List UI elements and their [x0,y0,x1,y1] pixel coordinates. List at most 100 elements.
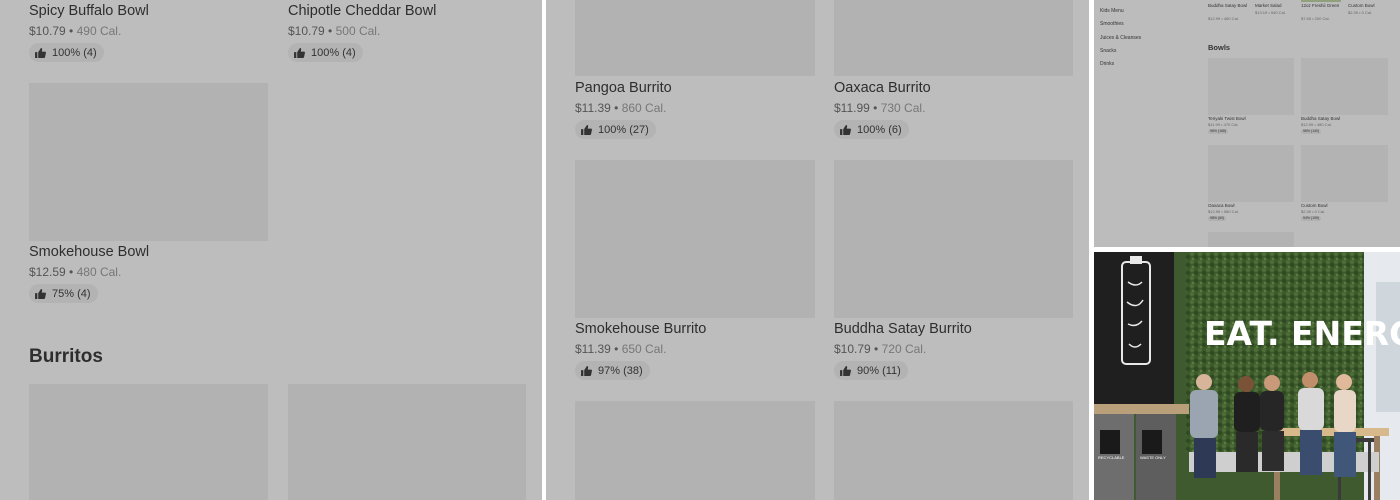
item-price: $12.59 [29,265,66,279]
mini-item-name[interactable]: Buddha Satay Bowl [1208,3,1247,8]
item-image-placeholder[interactable] [575,160,815,318]
item-name[interactable]: Oaxaca Burrito [834,80,931,96]
item-name[interactable]: Pangoa Burrito [575,80,672,96]
separator: • [1312,209,1314,214]
mini-item-name[interactable]: Oaxaca Bowl [1208,203,1235,208]
rating-badge: 97% (38) [575,361,650,380]
item-price-line: $10.79 • 500 Cal. [288,24,380,38]
separator: • [1221,16,1223,21]
rating-text: 75% (4) [52,287,91,300]
item-name[interactable]: Chipotle Cheddar Bowl [288,3,436,19]
bin-label: WASTE ONLY [1140,455,1166,460]
separator: • [614,101,619,115]
item-image-placeholder[interactable] [834,401,1073,500]
mini-item-calories: 480 Cal. [1316,122,1332,127]
mini-item-name[interactable]: 12oz Freshii Green [1301,3,1339,8]
store-interior-illustration [1094,252,1400,500]
wall-slogan: EAT. ENERGIZE. [1204,314,1400,353]
mini-rating-badge: 98% (60) [1208,216,1227,221]
item-image-placeholder[interactable] [29,384,268,500]
mini-item-calories: 540 Cal. [1270,10,1286,15]
mini-rating-badge: 94% (199) [1301,216,1322,221]
item-price: $11.39 [575,342,611,356]
mini-item-name[interactable]: Buddha Satay Bowl [1301,116,1340,121]
mini-item-name[interactable]: Custom Bowl [1348,3,1375,8]
mini-item-price-line: $7.55 • 200 Cal. [1301,16,1330,21]
nav-item[interactable]: Snacks [1100,48,1116,54]
bin-label: RECYCLABLE [1098,455,1125,460]
item-image-placeholder[interactable] [834,0,1073,76]
menu-overview-panel: Kids Menu Smoothies Juices & Cleanses Sn… [1094,0,1400,247]
separator: • [1268,10,1270,15]
item-price-line: $11.99 • 730 Cal. [834,101,925,115]
item-price-line: $11.39 • 860 Cal. [575,101,666,115]
nav-item[interactable]: Juices & Cleanses [1100,35,1141,41]
nav-item[interactable]: Drinks [1100,61,1114,67]
separator: • [614,342,619,356]
mini-rating-badge: 96% (140) [1301,129,1322,134]
menu-panel-left: Spicy Buffalo Bowl $10.79 • 490 Cal. 100… [0,0,542,500]
rating-badge: 75% (4) [29,284,98,303]
nav-item[interactable]: Smoothies [1100,21,1124,27]
section-title: Burritos [29,346,103,367]
rating-text: 100% (4) [52,46,97,59]
thumbs-up-icon [294,47,305,58]
mini-item-image[interactable] [1301,0,1341,2]
item-calories: 490 Cal. [76,24,122,38]
mini-item-price-line: $2.39 • 0 Cal. [1348,10,1372,15]
item-calories: 720 Cal. [881,342,927,356]
mini-item-price: $2.39 [1301,209,1312,214]
mini-item-name[interactable]: Market Salad [1255,3,1282,8]
separator: • [69,24,74,38]
item-price: $11.39 [575,101,611,115]
separator: • [874,342,879,356]
mini-item-image[interactable] [1208,232,1294,247]
mini-item-calories: 480 Cal. [1223,16,1239,21]
item-image-placeholder[interactable] [29,83,268,241]
nav-item[interactable]: Kids Menu [1100,8,1124,14]
thumbs-up-icon [35,47,46,58]
item-image-placeholder[interactable] [288,384,526,500]
thumbs-up-icon [840,124,851,135]
mini-rating-badge: 96% (168) [1208,129,1229,134]
mini-item-calories: 0 Cal. [1314,209,1326,214]
item-image-placeholder[interactable] [575,401,815,500]
mini-item-image[interactable] [1208,58,1294,115]
item-price: $10.79 [288,24,325,38]
item-calories: 730 Cal. [880,101,926,115]
mini-item-name[interactable]: Custom Bowl [1301,203,1328,208]
item-name[interactable]: Buddha Satay Burrito [834,321,972,337]
item-name[interactable]: Smokehouse Burrito [575,321,706,337]
mini-item-calories: 0 Cal. [1361,10,1373,15]
mini-section-title: Bowls [1208,43,1231,52]
item-image-placeholder[interactable] [834,160,1073,318]
rating-text: 97% (38) [598,364,643,377]
mini-item-price: $11.99 [1208,122,1220,127]
item-price-line: $10.79 • 490 Cal. [29,24,121,38]
rating-badge: 100% (4) [29,43,104,62]
rating-text: 100% (4) [311,46,356,59]
store-photo: EAT. ENERGIZE. RECYCLABLE WASTE ONLY [1094,252,1400,500]
mini-item-image[interactable] [1301,58,1388,115]
rating-text: 100% (6) [857,123,902,136]
separator: • [1312,16,1314,21]
mini-item-image[interactable] [1208,145,1294,202]
thumbs-up-icon [581,365,592,376]
separator: • [328,24,333,38]
mini-item-price-line: $2.39 • 0 Cal. [1301,209,1325,214]
item-price: $10.79 [29,24,66,38]
separator: • [1221,122,1223,127]
mini-item-name[interactable]: Teriyaki Twist Bowl [1208,116,1246,121]
item-name[interactable]: Smokehouse Bowl [29,244,149,260]
item-price-line: $12.59 • 480 Cal. [29,265,121,279]
item-image-placeholder[interactable] [575,0,815,76]
item-calories: 480 Cal. [76,265,122,279]
mini-item-price: $12.59 [1208,209,1221,214]
menu-panel-middle: Pangoa Burrito $11.39 • 860 Cal. 100% (2… [546,0,1089,500]
rating-text: 100% (27) [598,123,649,136]
mini-item-calories: 200 Cal. [1314,16,1330,21]
mini-item-calories: 580 Cal. [1223,209,1239,214]
mini-item-image[interactable] [1301,145,1388,202]
item-name[interactable]: Spicy Buffalo Bowl [29,3,149,19]
thumbs-up-icon [35,288,46,299]
